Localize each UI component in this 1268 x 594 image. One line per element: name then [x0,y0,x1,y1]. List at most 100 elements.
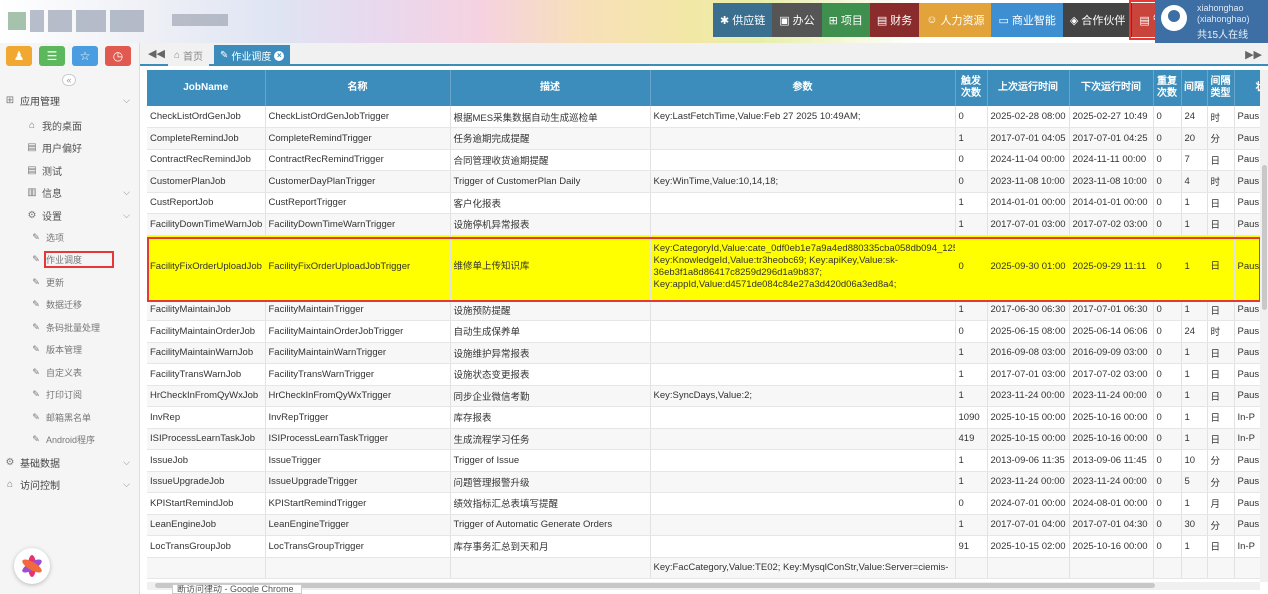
cell-next: 2017-07-01 04:30 [1069,514,1154,536]
menu-5[interactable]: ☺ 人力资源 [919,3,992,37]
cell-itype: 时 [1207,170,1235,193]
tab-scroll-right-icon[interactable]: ▶▶ [1245,48,1262,61]
vertical-scroll-thumb[interactable] [1262,165,1267,310]
table-row[interactable]: FacilityMaintainWarnJob FacilityMaintainW… [147,342,1260,364]
close-tab-icon[interactable]: × [274,50,285,61]
sidebar-item-app-2[interactable]: ▤ 用户偏好 [0,138,140,158]
cell-state: Paus [1234,385,1260,407]
tab-home[interactable]: ⌂ 首页 [168,45,210,66]
column-header[interactable]: 名称 [265,70,451,106]
table-row[interactable]: CustReportJob CustReportTrigger 客户化报表 1 2014… [147,192,1260,214]
sidebar-item-setting-1[interactable]: ✎ 选项 [0,227,140,247]
vertical-scrollbar[interactable] [1260,70,1268,582]
menu-2[interactable]: ▣ 办公 [772,3,822,37]
cell-last: 2013-09-06 11:35 [987,449,1070,472]
table-row[interactable]: LeanEngineJob LeanEngineTrigger Trigger of… [147,514,1260,536]
table-row[interactable]: ContractRecRemindJob ContractRecRemindTri… [147,149,1260,171]
menu-1[interactable]: ✱ 供应链 [713,3,773,37]
table-row[interactable]: CustomerPlanJob CustomerDayPlanTrigger Tri… [147,170,1260,193]
column-header[interactable]: 重复 次数 [1153,70,1182,106]
column-header[interactable]: 间隔 类型 [1207,70,1235,106]
cell-job: FacilityMaintainOrderJob [147,320,266,343]
user-panel[interactable]: xiahonghao (xiahonghao) 共15人在线 [1155,0,1268,43]
cell-itype: 日 [1207,213,1235,236]
cell-desc: 任务逾期完成提醒 [450,127,651,150]
cell-next: 2024-08-01 00:00 [1069,492,1154,515]
table-row[interactable]: FacilityMaintainOrderJob FacilityMaintain… [147,320,1260,343]
tab-scroll-left-icon[interactable]: ◀◀ [148,47,165,60]
cell-count: 419 [955,428,988,450]
avatar[interactable] [1161,5,1187,31]
table-row[interactable]: LocTransGroupJob LocTransGroupTrigger 库存事务… [147,535,1260,558]
sidebar-item-setting-9[interactable]: ✎ 邮箱黑名单 [0,407,140,427]
column-header[interactable]: 下次运行时间 [1069,70,1154,106]
table-row[interactable]: FacilityDownTimeWarnJob FacilityDownTimeW… [147,213,1260,236]
sidebar-item-setting-8[interactable]: ✎ 打印订阅 [0,385,140,405]
user-icon[interactable]: ♟ [6,46,32,66]
table-row[interactable]: CheckListOrdGenJob CheckListOrdGenJobTrig… [147,106,1260,128]
cell-name: FacilityDownTimeWarnTrigger [265,213,451,236]
cell-last: 2023-11-24 00:00 [987,385,1070,407]
table-row[interactable]: FacilityMaintainJob FacilityMaintainTrigg… [147,299,1260,321]
sidebar-item-setting-10[interactable]: ✎ Android程序 [0,430,140,450]
menu-4[interactable]: ▤ 财务 [869,3,920,37]
column-header[interactable]: 上次运行时间 [987,70,1070,106]
table-row[interactable]: IssueUpgradeJob IssueUpgradeTrigger 问题管理报警… [147,471,1260,493]
table-row[interactable]: ISIProcessLearnTaskJob ISIProcessLearnTas… [147,428,1260,450]
cell-interval: 1 [1181,406,1208,429]
menu-3[interactable]: ⊞ 项目 [821,3,870,37]
sidebar-section-app[interactable]: ⊞ 应用管理 ⌵ [0,90,140,110]
menu-label: 项目 [840,15,863,27]
column-header[interactable]: 间隔 [1181,70,1208,106]
tab-job-scheduling[interactable]: ✎ 作业调度 × [214,45,291,66]
column-header[interactable]: 描述 [450,70,651,106]
sidebar-item-app-5[interactable]: ⚙ 设置 ⌵ [0,205,140,225]
cell-next: 2025-10-16 00:00 [1069,406,1154,429]
cell-state: In-P [1234,428,1260,450]
edit-icon: ✎ [32,276,40,287]
sidebar-item-setting-2[interactable]: ✎ 作业调度 [0,250,140,270]
column-header[interactable]: JobName [147,70,266,106]
sidebar-item-setting-3[interactable]: ✎ 更新 [0,272,140,292]
star-icon[interactable]: ☆ [72,46,98,66]
sidebar-item-setting-6[interactable]: ✎ 版本管理 [0,340,140,360]
column-header[interactable]: 状 [1234,70,1260,106]
menu-7[interactable]: ◈ 合作伙伴 [1062,3,1133,37]
horizontal-scroll-thumb[interactable] [155,583,1155,588]
taskbar-window[interactable]: 断访问律动 - Google Chrome [172,584,302,594]
sidebar-item-setting-4[interactable]: ✎ 数据迁移 [0,295,140,315]
sidebar-item-app-4[interactable]: ▥ 信息 ⌵ [0,183,140,203]
sidebar-collapse-button[interactable]: « [62,74,76,86]
cell-last: 2017-07-01 04:05 [987,127,1070,150]
menu-6[interactable]: ▭ 商业智能 [991,3,1063,37]
cell-job: ISIProcessLearnTaskJob [147,428,266,450]
column-header[interactable]: 参数 [650,70,956,106]
column-header[interactable]: 触发 次数 [955,70,988,106]
sidebar-item-app-3[interactable]: ▤ 测试 [0,160,140,180]
table-row[interactable]: Key:FacCategory,Value:TE02; Key:MysqlCon… [147,557,1260,579]
table-row[interactable]: CompleteRemindJob CompleteRemindTrigger 任务… [147,127,1260,150]
cell-job: FacilityTransWarnJob [147,363,266,386]
sidebar-section-basedata[interactable]: ⚙ 基础数据 ⌵ [0,452,140,472]
people-icon: ☺ [926,14,938,26]
cell-job: FacilityFixOrderUploadJob [147,235,266,300]
table-row[interactable]: KPIStartRemindJob KPIStartRemindTrigger 绩效… [147,492,1260,515]
sidebar-item-setting-5[interactable]: ✎ 条码批量处理 [0,317,140,337]
sidebar-item-app-1[interactable]: ⌂ 我的桌面 [0,115,140,135]
cell-desc: Trigger of Issue [450,449,651,472]
cell-name: CheckListOrdGenJobTrigger [265,106,451,128]
cell-param [650,514,956,536]
sidebar-section-access[interactable]: ⌂ 访问控制 ⌵ [0,474,140,494]
cell-job: HrCheckInFromQyWxJob [147,385,266,407]
list-icon[interactable]: ☰ [39,46,65,66]
table-row[interactable]: HrCheckInFromQyWxJob HrCheckInFromQyWxTri… [147,385,1260,407]
sidebar-item-setting-7[interactable]: ✎ 自定义表 [0,362,140,382]
assistant-flower-icon[interactable] [14,548,50,584]
table-row[interactable]: IssueJob IssueTrigger Trigger of Issue 1 201… [147,449,1260,472]
table-row[interactable]: FacilityFixOrderUploadJob FacilityFixOrde… [147,235,1260,300]
clock-icon[interactable]: ◷ [105,46,131,66]
edit-icon: ✎ [32,389,40,399]
table-row[interactable]: FacilityTransWarnJob FacilityTransWarnTri… [147,363,1260,386]
table-row[interactable]: InvRep InvRepTrigger 库存报表 1090 2025-10-15 00… [147,406,1260,429]
cell-job: LeanEngineJob [147,514,266,536]
